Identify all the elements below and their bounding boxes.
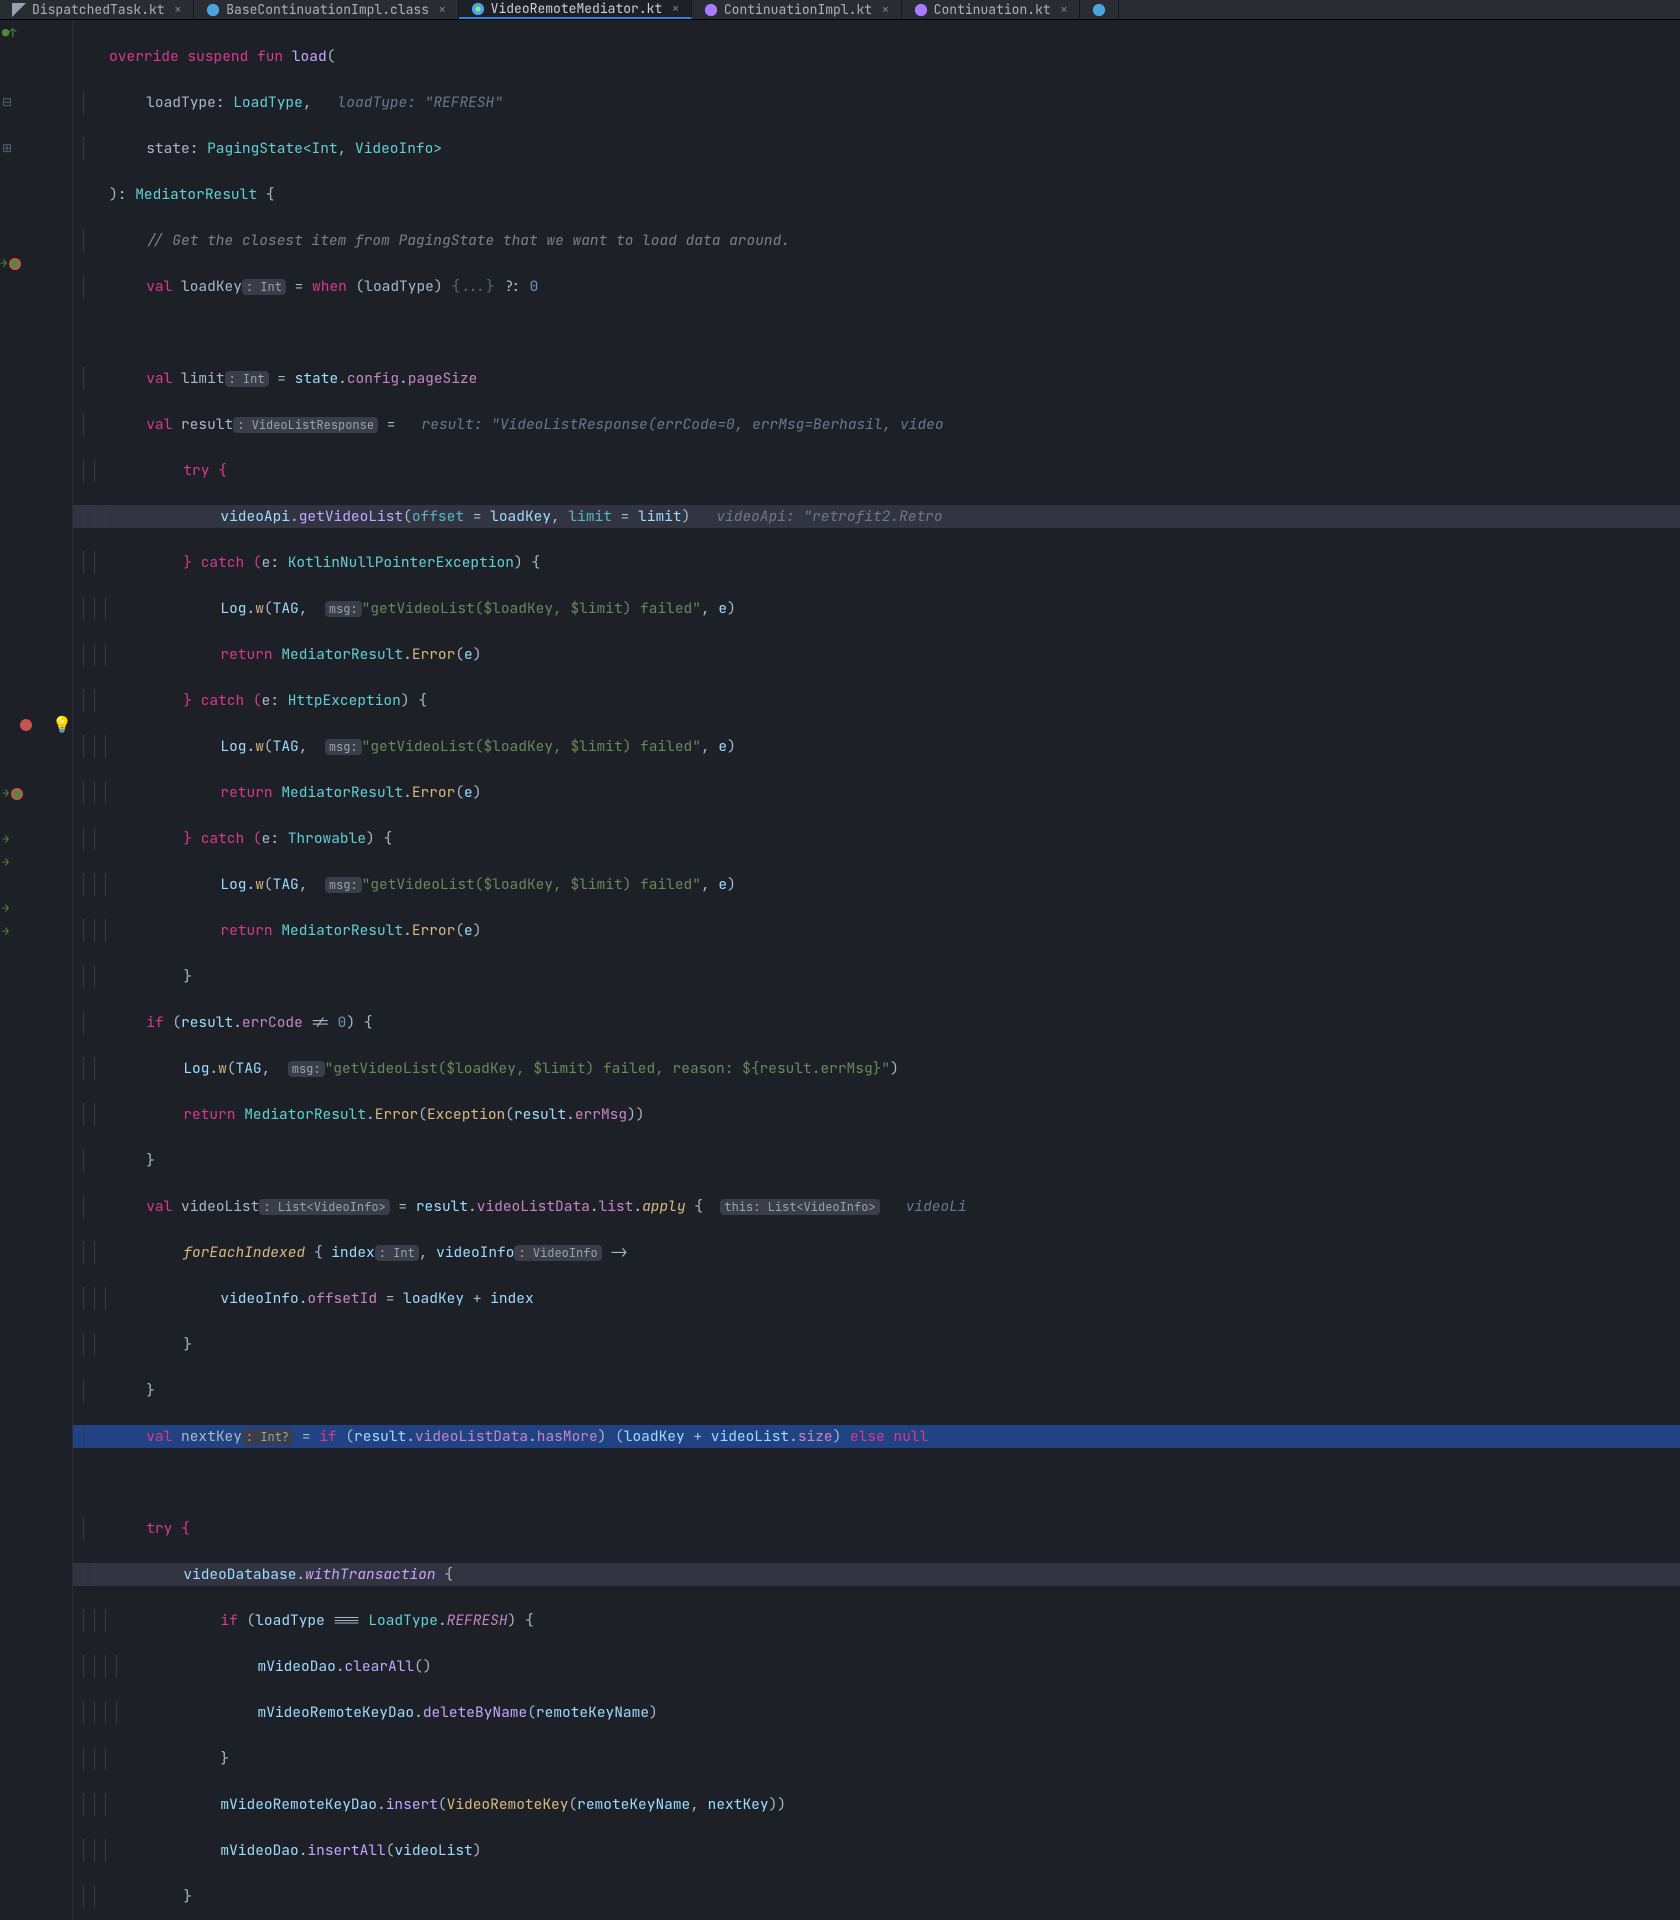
inlay-debug: videoApi: "retrofit2.Retro (716, 507, 942, 526)
debug-step-line: videoDatabase.withTransaction { (73, 1563, 1680, 1586)
editor-tabs: DispatchedTask.kt ✕ BaseContinuationImpl… (0, 0, 1680, 20)
close-icon[interactable]: ✕ (672, 2, 679, 16)
override-icon[interactable]: ●↑ (2, 22, 70, 45)
gutter[interactable]: ●↑ ⊟ ⊞ → 💡 → → → → → (0, 20, 73, 1920)
close-icon[interactable]: ✕ (882, 3, 889, 17)
tab-label: DispatchedTask.kt (32, 1, 165, 18)
type-hint: : Int (242, 279, 286, 295)
ide-root: DispatchedTask.kt ✕ BaseContinuationImpl… (0, 0, 1680, 1920)
type-hint: : Int? (242, 1429, 293, 1445)
breakpoint-hit-icon[interactable]: → (2, 782, 70, 805)
step-arrow-icon: → (2, 851, 70, 874)
code-pane[interactable]: override suspend fun load( loadType: Loa… (73, 20, 1680, 1920)
class-file-icon (1092, 3, 1106, 17)
editor-area: ●↑ ⊟ ⊞ → 💡 → → → → → override suspend fu… (0, 20, 1680, 1920)
fold-region[interactable]: {...} (451, 277, 495, 296)
tab-videoremotemediator[interactable]: VideoRemoteMediator.kt ✕ (459, 0, 692, 19)
tab-continuation[interactable]: Continuation.kt ✕ (902, 0, 1081, 19)
kw-override: override (109, 47, 179, 66)
step-arrow-icon: → (2, 920, 70, 943)
tab-label: ContinuationImpl.kt (724, 1, 872, 18)
kotlin-file-icon (914, 3, 928, 17)
step-arrow-icon: → (2, 897, 70, 920)
fold-icon[interactable]: ⊟ (2, 91, 70, 114)
type-hint: : Int (225, 371, 269, 387)
breakpoint-hit-icon[interactable]: → (0, 252, 68, 275)
kw-fun: fun (257, 47, 283, 66)
kotlin-file-icon (12, 3, 26, 17)
fn-name: load (292, 47, 327, 66)
tab-continuationimpl[interactable]: ContinuationImpl.kt ✕ (692, 0, 902, 19)
type-hint: : List<VideoInfo> (259, 1199, 389, 1215)
kw-suspend: suspend (187, 47, 248, 66)
cursor-line: val nextKey: Int? = if (result.videoList… (73, 1425, 1680, 1448)
close-icon[interactable]: ✕ (439, 3, 446, 17)
class-file-icon (206, 3, 220, 17)
close-icon[interactable]: ✕ (1061, 3, 1068, 17)
tab-label: BaseContinuationImpl.class (226, 1, 429, 18)
inlay-hint: loadType: "REFRESH" (338, 93, 503, 112)
step-arrow-icon: → (2, 828, 70, 851)
close-icon[interactable]: ✕ (175, 3, 182, 17)
param-hint: msg: (325, 601, 362, 617)
debug-current-line: videoApi.getVideoList(offset = loadKey, … (73, 505, 1680, 528)
tab-basecontinuationimpl[interactable]: BaseContinuationImpl.class ✕ (194, 0, 458, 19)
kotlin-file-icon (704, 3, 718, 17)
tab-dispatchedtask[interactable]: DispatchedTask.kt ✕ (0, 0, 194, 19)
tab-overflow[interactable] (1080, 0, 1119, 19)
inlay-debug: result: "VideoListResponse(errCode=0, er… (422, 415, 944, 434)
tab-label: VideoRemoteMediator.kt (491, 0, 663, 17)
intention-bulb-icon[interactable]: 💡 (52, 713, 120, 736)
fold-icon[interactable]: ⊞ (2, 137, 70, 160)
tab-label: Continuation.kt (934, 1, 1051, 18)
comment: // Get the closest item from PagingState… (146, 231, 790, 250)
kotlin-class-icon (471, 2, 485, 16)
type-hint: : VideoListResponse (233, 417, 378, 433)
